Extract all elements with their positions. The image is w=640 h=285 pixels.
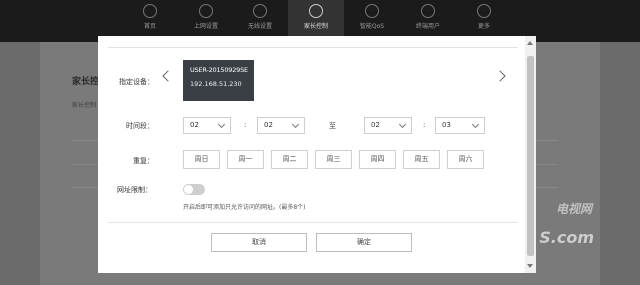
nav-item-label: 终端用户 [415,23,440,30]
scroll-down-icon[interactable] [527,264,533,268]
scroll-thumb[interactable] [527,56,534,256]
dialog-scrollbar[interactable] [525,36,536,273]
day-toggle-sunday[interactable]: 周日 [183,150,220,169]
chevron-down-icon [291,120,300,129]
start-minute-select[interactable]: 02 [257,117,305,134]
toggle-knob [184,185,193,194]
day-toggle-wednesday[interactable]: 周三 [315,150,352,169]
end-minute-value: 03 [442,121,451,129]
end-hour-select[interactable]: 02 [364,117,412,134]
day-toggle-friday[interactable]: 周五 [403,150,440,169]
divider [108,222,518,223]
background-page-title: 家长控 [72,77,100,87]
time-colon: : [244,121,247,129]
globe-icon [199,4,213,18]
end-hour-value: 02 [371,121,380,129]
scroll-up-icon[interactable] [527,41,533,45]
url-limit-hint: 开启后即可添加只允许访问的网址。(最多8个) [183,204,306,211]
nav-item-label: 智能QoS [359,23,385,30]
day-toggle-monday[interactable]: 周一 [227,150,264,169]
start-minute-value: 02 [264,121,273,129]
repeat-label: 重复： [133,157,154,165]
day-toggle-tuesday[interactable]: 周二 [271,150,308,169]
watermark-domain: S.com [539,228,594,247]
home-icon [143,4,157,18]
divider [108,47,518,48]
speed-icon [365,4,379,18]
background-page-subtitle: 家长控制 [72,102,97,109]
url-limit-toggle[interactable] [183,184,205,195]
nav-item-label: 上网设置 [193,23,218,30]
nav-item-label: 更多 [477,23,490,30]
time-colon: : [423,121,426,129]
start-hour-select[interactable]: 02 [183,117,231,134]
start-hour-value: 02 [190,121,199,129]
to-text: 至 [329,122,336,130]
nav-item-label: 无线设置 [247,23,272,30]
chevron-down-icon [217,120,226,129]
day-toggle-saturday[interactable]: 周六 [447,150,484,169]
more-icon [477,4,491,18]
time-range-label: 时间段： [126,122,154,130]
device-label: 指定设备： [119,78,154,86]
watermark-text: 电视网 [555,202,592,216]
devices-icon [421,4,435,18]
wifi-icon [253,4,267,18]
url-limit-label: 网址限制： [117,186,152,194]
device-name: USER-20150929SE [190,66,248,74]
chevron-down-icon [471,120,480,129]
nav-item-label: 家长控制 [303,23,328,30]
day-toggle-thursday[interactable]: 周四 [359,150,396,169]
chevron-down-icon [398,120,407,129]
device-card[interactable]: USER-20150929SE 192.168.51.230 [183,60,254,101]
nav-item-label: 首页 [143,23,156,30]
device-ip: 192.168.51.230 [190,80,242,88]
confirm-button[interactable]: 确定 [316,233,412,252]
end-minute-select[interactable]: 03 [435,117,485,134]
user-icon [309,4,323,18]
cancel-button[interactable]: 取消 [211,233,307,252]
